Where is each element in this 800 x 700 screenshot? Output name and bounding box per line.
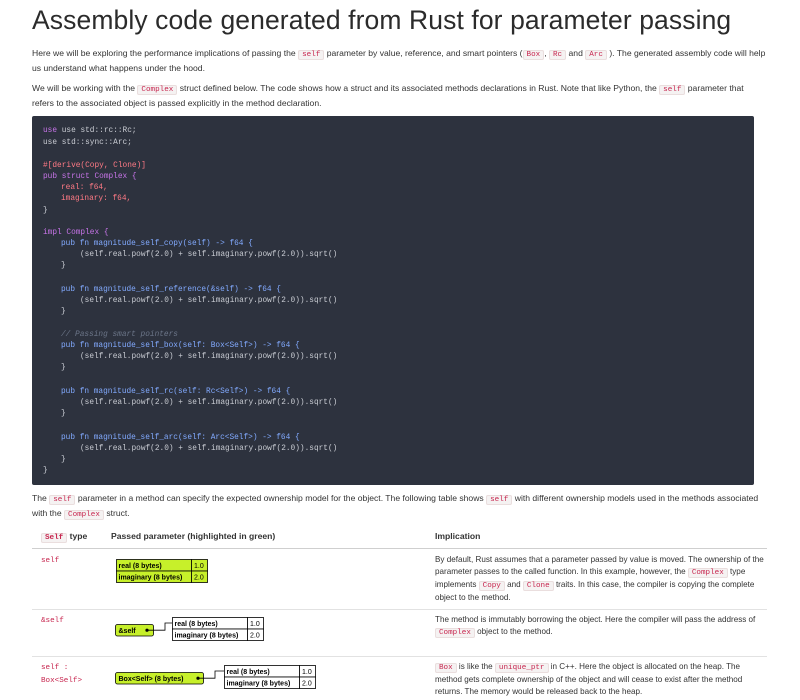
text: struct defined below. The code shows how… xyxy=(179,83,657,93)
code-line: pub struct Complex { xyxy=(43,173,137,181)
code-line: } xyxy=(61,364,66,372)
row-divider xyxy=(32,609,767,610)
column-header-implication: Implication xyxy=(435,531,481,541)
code-line: pub fn magnitude_self_copy(self) -> f64 … xyxy=(61,240,253,248)
svg-text:imaginary (8 bytes): imaginary (8 bytes) xyxy=(227,681,291,688)
row-divider xyxy=(32,656,767,657)
row-type-box-self: self : Box<Self> xyxy=(41,662,82,688)
svg-text:real (8 bytes): real (8 bytes) xyxy=(119,563,162,570)
svg-text:imaginary (8 bytes): imaginary (8 bytes) xyxy=(119,575,183,582)
inline-code: Complex xyxy=(435,628,475,638)
code-line: imaginary: f64, xyxy=(61,195,132,203)
table-intro-paragraph: The self parameter in a method can speci… xyxy=(32,492,767,522)
column-header-type: Self type xyxy=(41,531,87,543)
code-line: } xyxy=(61,410,66,418)
article-page: Assembly code generated from Rust for pa… xyxy=(0,0,800,700)
inline-code: Complex xyxy=(137,85,178,95)
svg-text:real (8 bytes): real (8 bytes) xyxy=(227,669,270,676)
text: and xyxy=(568,48,583,58)
inline-code: Clone xyxy=(522,581,554,591)
text: The xyxy=(32,493,47,503)
inline-code: self xyxy=(49,495,76,505)
text: Here we will be exploring the performanc… xyxy=(32,48,296,58)
code-line: (self.real.powf(2.0) + self.imaginary.po… xyxy=(80,353,338,361)
inline-code: Box xyxy=(435,663,457,673)
inline-code: self xyxy=(298,50,325,60)
code-line: } xyxy=(43,467,48,475)
memory-diagram-ref-self: &self real (8 bytes) 1.0 imaginary (8 by… xyxy=(115,617,264,641)
row-type-ref-self: &self xyxy=(41,617,64,625)
svg-text:real (8 bytes): real (8 bytes) xyxy=(175,621,218,628)
code-line: pub fn magnitude_self_rc(self: Rc<Self>)… xyxy=(61,388,291,396)
code-line: impl Complex { xyxy=(43,229,109,237)
page-title: Assembly code generated from Rust for pa… xyxy=(32,5,732,35)
code-line: } xyxy=(61,308,66,316)
inline-code: Box xyxy=(522,50,545,60)
text: , xyxy=(544,48,547,58)
type-line: Box<Self> xyxy=(41,677,83,685)
intro-paragraph-1: Here we will be exploring the performanc… xyxy=(32,47,767,75)
type-line: self : xyxy=(41,664,69,672)
svg-text:imaginary (8 bytes): imaginary (8 bytes) xyxy=(175,633,239,640)
code-line: pub fn magnitude_self_box(self: Box<Self… xyxy=(61,342,300,350)
code-line: } xyxy=(61,456,66,464)
svg-text:&self: &self xyxy=(119,628,137,635)
inline-code: Arc xyxy=(585,50,607,60)
code-line: (self.real.powf(2.0) + self.imaginary.po… xyxy=(80,251,338,259)
svg-text:2.0: 2.0 xyxy=(302,681,312,688)
text: The method is immutably borrowing the ob… xyxy=(435,615,756,624)
text: and xyxy=(507,580,521,589)
svg-text:1.0: 1.0 xyxy=(302,669,312,676)
code-line: } xyxy=(43,207,48,215)
svg-text:1.0: 1.0 xyxy=(194,563,204,570)
code-line: (self.real.powf(2.0) + self.imaginary.po… xyxy=(80,399,338,407)
text: is like the xyxy=(458,662,493,671)
intro-paragraph-2: We will be working with the Complex stru… xyxy=(32,82,767,110)
code-line: use use std::rc::Rc; xyxy=(43,127,137,135)
text: object to the method. xyxy=(477,627,553,636)
text: parameter in a method can specify the ex… xyxy=(77,493,484,503)
svg-text:2.0: 2.0 xyxy=(250,633,260,640)
code-line: real: f64, xyxy=(61,184,108,192)
row-type-self: self xyxy=(41,557,60,565)
code-line: (self.real.powf(2.0) + self.imaginary.po… xyxy=(80,297,338,305)
text: parameter by value, reference, and smart… xyxy=(326,48,523,58)
memory-diagram-box-self: Box<Self> (8 bytes) real (8 bytes) 1.0 i… xyxy=(115,665,316,689)
inline-code: unique_ptr xyxy=(494,663,549,673)
row-implication-box-self: Box is like the unique_ptr in C++. Here … xyxy=(435,661,765,698)
inline-code: Rc xyxy=(549,50,567,60)
inline-code: Complex xyxy=(64,510,104,520)
svg-text:Box<Self> (8 bytes): Box<Self> (8 bytes) xyxy=(119,676,184,683)
svg-text:1.0: 1.0 xyxy=(250,621,260,628)
row-implication-self: By default, Rust assumes that a paramete… xyxy=(435,554,765,604)
code-line: pub fn magnitude_self_arc(self: Arc<Self… xyxy=(61,434,300,442)
text: We will be working with the xyxy=(32,83,136,93)
inline-code: self xyxy=(659,85,686,95)
code-comment: // Passing smart pointers xyxy=(61,331,178,339)
code-line: } xyxy=(61,262,66,270)
text: struct. xyxy=(106,508,130,518)
code-line: #[derive(Copy, Clone)] xyxy=(43,162,146,170)
code-line: use std::sync::Arc; xyxy=(43,139,132,147)
code-line: pub fn magnitude_self_reference(&self) -… xyxy=(61,286,281,294)
inline-code: self xyxy=(486,495,513,505)
code-block[interactable]: use use std::rc::Rc; use std::sync::Arc;… xyxy=(32,116,754,485)
memory-diagram-self: real (8 bytes) 1.0 imaginary (8 bytes) 2… xyxy=(116,559,208,583)
code-line: (self.real.powf(2.0) + self.imaginary.po… xyxy=(80,445,338,453)
header-divider xyxy=(32,548,767,549)
column-header-passed: Passed parameter (highlighted in green) xyxy=(111,531,276,541)
inline-code: Complex xyxy=(687,568,728,578)
row-implication-ref-self: The method is immutably borrowing the ob… xyxy=(435,614,765,639)
inline-code: Copy xyxy=(478,581,505,591)
svg-text:2.0: 2.0 xyxy=(194,575,204,582)
